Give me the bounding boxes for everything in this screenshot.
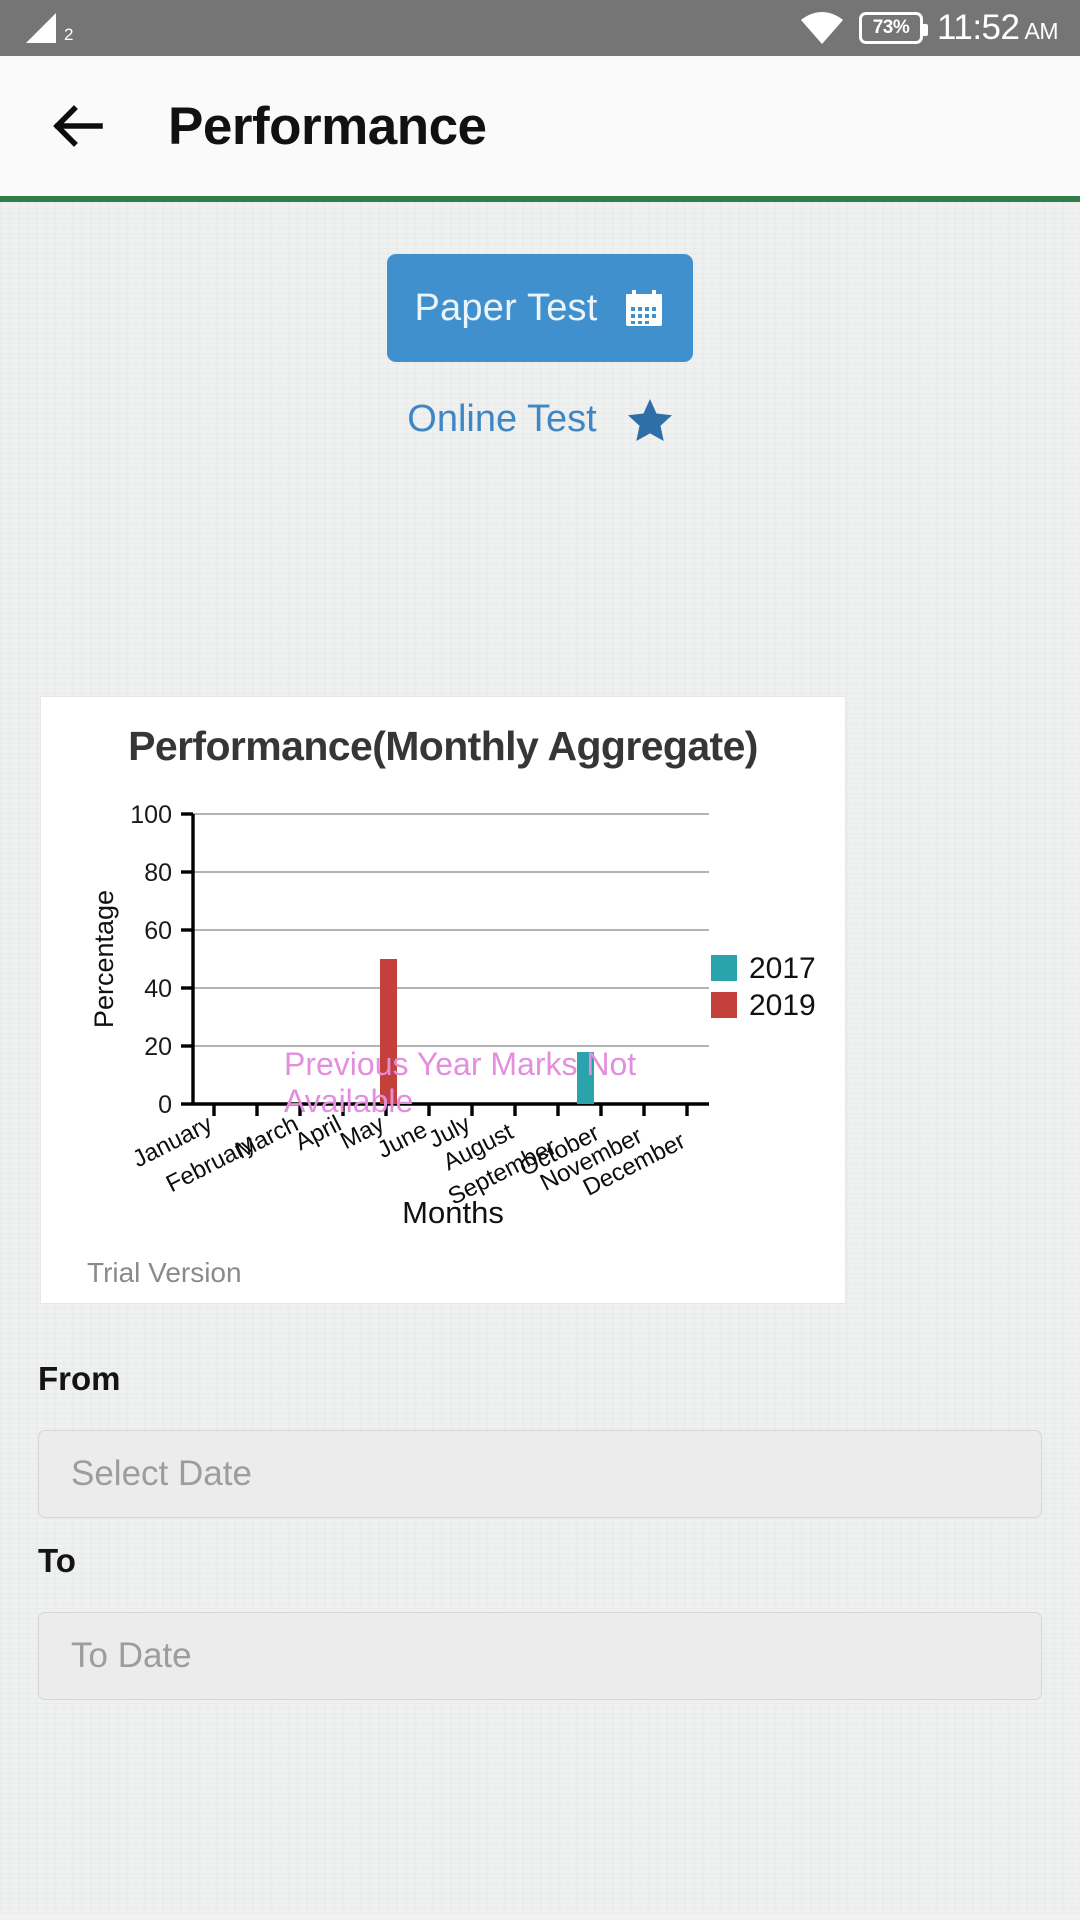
y-tick-label: 0 xyxy=(158,1091,172,1119)
performance-chart[interactable]: 100 80 60 40 20 0 Percentage Previous Ye… xyxy=(41,697,847,1305)
clock-time: 11:52 xyxy=(937,8,1020,47)
chart-annotation-line-2: Available xyxy=(284,1083,413,1119)
chart-x-axis xyxy=(193,1102,709,1116)
from-date-placeholder: Select Date xyxy=(71,1454,252,1493)
wifi-icon xyxy=(799,10,845,46)
chart-legend: 2017 2019 xyxy=(711,952,816,1022)
calendar-icon xyxy=(623,287,665,329)
y-tick-label: 20 xyxy=(144,1033,172,1061)
status-bar-left: 2 xyxy=(22,11,73,45)
status-bar: 2 73% 11:52 AM xyxy=(0,0,1080,56)
page-title: Performance xyxy=(168,96,487,156)
clock-ampm: AM xyxy=(1024,18,1059,44)
to-date-placeholder: To Date xyxy=(71,1636,192,1675)
signal-icon xyxy=(22,11,62,45)
chart-y-axis xyxy=(181,812,195,1106)
from-date-field[interactable]: Select Date xyxy=(38,1430,1042,1518)
main-content: Paper Test Online Test Performance(Month… xyxy=(0,202,1080,1914)
app-bar: Performance xyxy=(0,56,1080,202)
star-icon xyxy=(627,396,673,442)
battery-percent-label: 73% xyxy=(872,17,910,38)
status-bar-right: 73% 11:52 AM xyxy=(799,8,1058,48)
test-type-tabs: Paper Test Online Test xyxy=(0,254,1080,442)
legend-swatch-2019 xyxy=(711,992,737,1018)
back-arrow-icon[interactable] xyxy=(46,95,108,157)
from-label: From xyxy=(38,1360,121,1397)
y-tick-label: 100 xyxy=(130,801,172,829)
chart-gridlines xyxy=(193,813,709,1047)
chart-x-axis-title: Months xyxy=(402,1195,504,1230)
y-tick-label: 80 xyxy=(144,859,172,887)
tab-paper-test[interactable]: Paper Test xyxy=(387,254,693,362)
y-tick-label: 40 xyxy=(144,975,172,1003)
to-date-field[interactable]: To Date xyxy=(38,1612,1042,1700)
status-bar-clock: 11:52 AM xyxy=(937,8,1058,48)
chart-annotation-line-1: Previous Year Marks Not xyxy=(284,1046,636,1082)
battery-icon: 73% xyxy=(859,12,928,44)
to-label: To xyxy=(38,1542,76,1579)
legend-label-2019: 2019 xyxy=(749,989,816,1022)
signal-sim-label: 2 xyxy=(64,25,74,44)
x-tick-label: March xyxy=(231,1110,303,1164)
chart-y-axis-title: Percentage xyxy=(89,890,119,1028)
legend-label-2017: 2017 xyxy=(749,952,816,985)
tab-online-test-label: Online Test xyxy=(407,397,597,440)
chart-y-tick-labels: 100 80 60 40 20 0 xyxy=(130,801,172,1119)
trial-version-watermark: Trial Version xyxy=(87,1257,242,1288)
y-tick-label: 60 xyxy=(144,917,172,945)
tab-online-test[interactable]: Online Test xyxy=(407,396,672,442)
tab-paper-test-label: Paper Test xyxy=(414,286,598,329)
legend-swatch-2017 xyxy=(711,955,737,981)
performance-chart-card: Performance(Monthly Aggregate) 100 80 60… xyxy=(40,696,846,1304)
